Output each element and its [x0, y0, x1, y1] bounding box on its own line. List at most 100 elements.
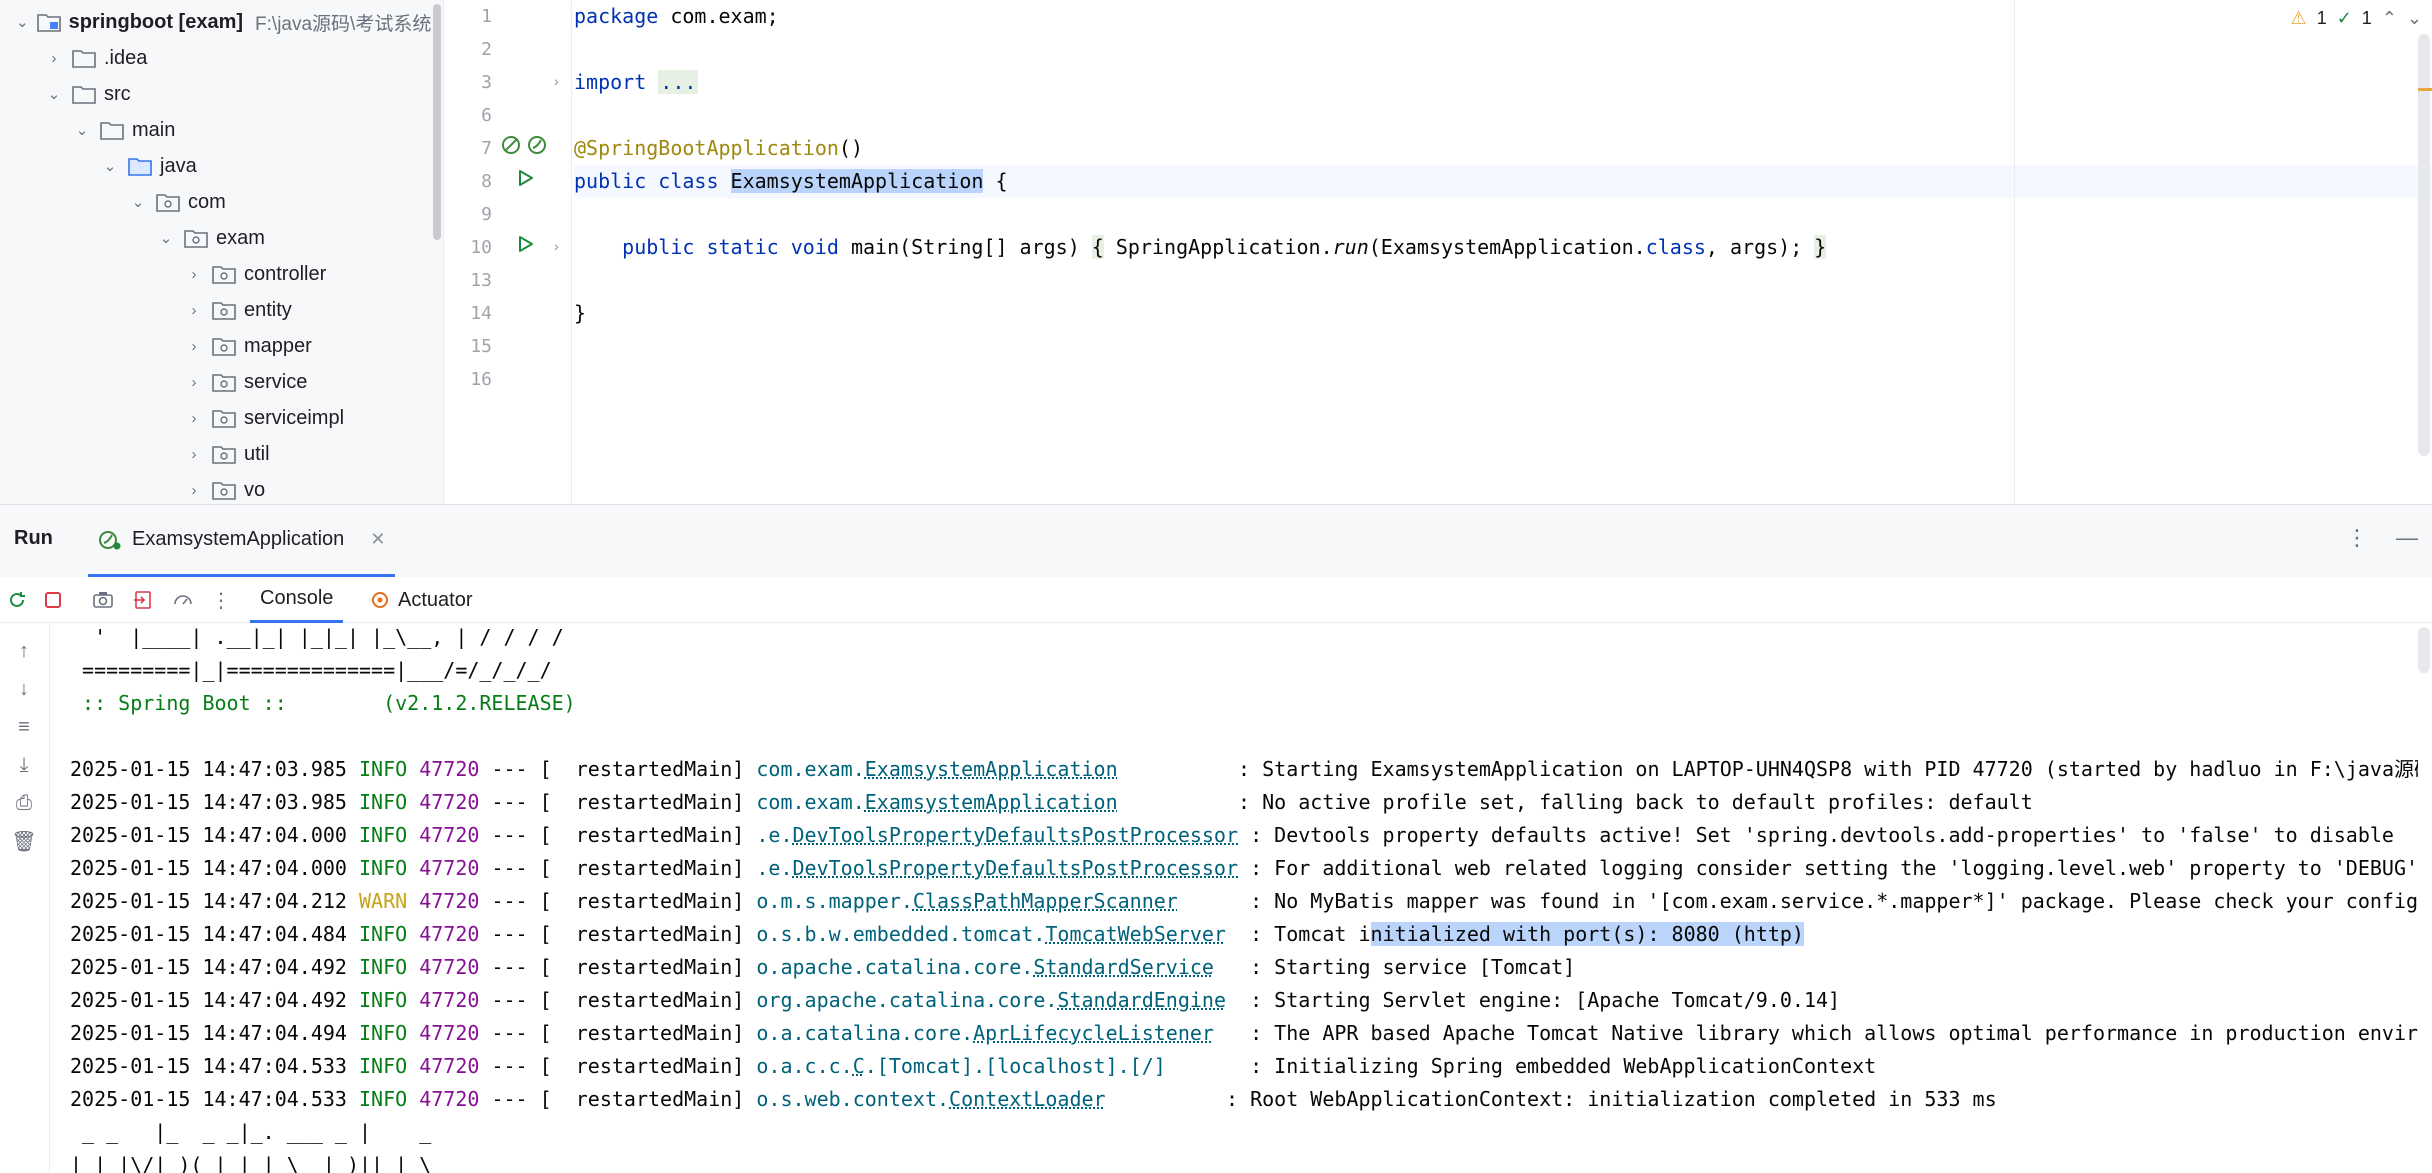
run-gutter-icon[interactable] [514, 167, 536, 189]
scroll-to-end-icon[interactable]: ⤓ [10, 751, 38, 779]
tree-scrollbar[interactable] [433, 4, 441, 240]
print-icon[interactable]: ⎙ [10, 789, 38, 817]
close-icon[interactable]: ✕ [370, 529, 385, 550]
log-logger-link[interactable]: C [853, 1054, 865, 1078]
chevron-down-icon[interactable]: ⌄ [128, 184, 148, 220]
warning-count: 1 [2316, 7, 2327, 28]
warning-icon: ⚠ [2290, 7, 2307, 28]
spring-config-icon[interactable] [526, 134, 548, 156]
log-line: 2025-01-15 14:47:03.985 INFO 47720 --- [… [70, 753, 2418, 786]
log-pid: 47720 [419, 790, 480, 814]
log-level: WARN [358, 889, 408, 913]
run-config-tab[interactable]: ExamsystemApplication ✕ [88, 505, 396, 577]
log-pid: 47720 [419, 889, 480, 913]
package-icon [212, 482, 236, 500]
tree-item-main[interactable]: ⌄ main [72, 112, 429, 148]
soft-wrap-icon[interactable]: ≡ [10, 713, 38, 741]
log-logger-link[interactable]: TomcatWebServer [1045, 922, 1226, 946]
log-logger-link[interactable]: ContextLoader [949, 1087, 1106, 1111]
tree-item-exam[interactable]: ⌄ exam [156, 220, 429, 256]
log-timestamp: 2025-01-15 14:47:04.492 [70, 988, 359, 1012]
fold-arrow-icon[interactable]: › [554, 73, 559, 89]
tree-item-vo[interactable]: › vo [184, 472, 429, 504]
log-timestamp: 2025-01-15 14:47:04.492 [70, 955, 359, 979]
log-logger-link[interactable]: ExamsystemApplication [865, 790, 1118, 814]
folded-imports[interactable]: ... [658, 70, 699, 94]
log-logger-link[interactable]: DevToolsPropertyDefaultsPostProcessor [793, 856, 1239, 880]
editor-warning-marker[interactable] [2418, 88, 2432, 91]
fold-arrow-icon[interactable]: › [554, 238, 559, 254]
log-message: : The APR based Apache Tomcat Native lib… [1250, 1021, 2418, 1045]
inspection-widget[interactable]: ⚠ 1 ✓ 1 ⌃ ⌄ [2291, 4, 2422, 32]
log-message: : Devtools property defaults active! Set… [1250, 823, 2394, 847]
log-logger-link[interactable]: ExamsystemApplication [865, 757, 1118, 781]
log-line: 2025-01-15 14:47:04.000 INFO 47720 --- [… [70, 852, 2418, 885]
tree-item-mapper[interactable]: › mapper [184, 328, 429, 364]
chevron-down-icon[interactable]: ⌄ [156, 220, 176, 256]
arrow-down-icon[interactable]: ↓ [10, 675, 38, 703]
log-logger-link[interactable]: StandardService [1033, 955, 1214, 979]
tab-console[interactable]: Console [250, 577, 344, 623]
log-logger-link[interactable]: AprLifecycleListener [973, 1021, 1214, 1045]
log-logger: .e. [756, 856, 793, 880]
chevron-down-icon[interactable]: ⌄ [100, 148, 120, 184]
log-space [407, 1087, 419, 1111]
code-line: package com.exam; [574, 4, 779, 28]
code-line-current: public class ExamsystemApplication { [574, 165, 2432, 198]
chevron-right-icon[interactable]: › [184, 256, 204, 292]
chevron-right-icon[interactable]: › [184, 472, 204, 504]
tree-item-util[interactable]: › util [184, 436, 429, 472]
arrow-up-icon[interactable]: ↑ [10, 637, 38, 665]
rerun-icon[interactable] [2, 585, 32, 615]
tree-item-entity[interactable]: › entity [184, 292, 429, 328]
chevron-right-icon[interactable]: › [184, 328, 204, 364]
line-number: 8 [481, 171, 492, 192]
tree-root[interactable]: ⌄ springboot [exam] F:\java源码\考试系统 [16, 4, 431, 40]
log-logger: o.m.s.mapper. [756, 889, 913, 913]
line-number: 3 [481, 72, 492, 93]
line-number: 14 [470, 303, 492, 324]
log-logger: o.s.web.context. [756, 1087, 950, 1111]
tree-item-serviceimpl[interactable]: › serviceimpl [184, 400, 429, 436]
chevron-down-icon[interactable]: ⌄ [44, 76, 64, 112]
chevron-up-icon[interactable]: ⌃ [2382, 8, 2397, 29]
tree-item-idea[interactable]: › .idea [44, 40, 429, 76]
chevron-right-icon[interactable]: › [184, 400, 204, 436]
camera-icon[interactable] [88, 585, 118, 615]
tree-item-controller[interactable]: › controller [184, 256, 429, 292]
run-gutter-icon[interactable] [514, 233, 536, 255]
log-logger-link[interactable]: DevToolsPropertyDefaultsPostProcessor [793, 823, 1239, 847]
chevron-down-icon[interactable]: ⌄ [2407, 8, 2422, 29]
chevron-right-icon[interactable]: › [184, 364, 204, 400]
tree-item-service[interactable]: › service [184, 364, 429, 400]
chevron-right-icon[interactable]: › [184, 436, 204, 472]
editor-scrollbar[interactable] [2418, 34, 2430, 456]
log-logger-link[interactable]: StandardEngine [1057, 988, 1226, 1012]
chevron-down-icon[interactable]: ⌄ [16, 4, 29, 40]
minimize-icon[interactable]: — [2396, 525, 2418, 551]
tree-item-java[interactable]: ⌄ java [100, 148, 429, 184]
log-pad [1106, 1087, 1226, 1111]
actuator-icon [372, 592, 388, 608]
log-logger-link[interactable]: ClassPathMapperScanner [913, 889, 1178, 913]
more-options-icon[interactable]: ⋮ [206, 585, 236, 615]
code-editor[interactable]: 1 2 3 6 7 8 9 10 13 14 15 16 › › package… [444, 0, 2432, 504]
more-options-icon[interactable]: ⋮ [2346, 525, 2368, 551]
tree-item-src[interactable]: ⌄ src [44, 76, 429, 112]
spring-bean-icon[interactable] [500, 134, 522, 156]
profiler-icon[interactable] [168, 585, 198, 615]
package-icon [212, 410, 236, 428]
stop-icon[interactable] [38, 585, 68, 615]
package-icon [212, 338, 236, 356]
chevron-down-icon[interactable]: ⌄ [72, 112, 92, 148]
chevron-right-icon[interactable]: › [184, 292, 204, 328]
log-level: INFO [358, 922, 408, 946]
tree-item-com[interactable]: ⌄ com [128, 184, 429, 220]
console-scrollbar[interactable] [2418, 627, 2430, 673]
exit-icon[interactable] [128, 585, 158, 615]
tab-actuator[interactable]: Actuator [360, 577, 482, 623]
chevron-right-icon[interactable]: › [44, 40, 64, 76]
console-output[interactable]: ' |____| .__|_| |_|_| |_\__, | / / / / =… [52, 623, 2418, 1173]
log-space [407, 922, 419, 946]
trash-icon[interactable]: 🗑 [10, 827, 38, 855]
